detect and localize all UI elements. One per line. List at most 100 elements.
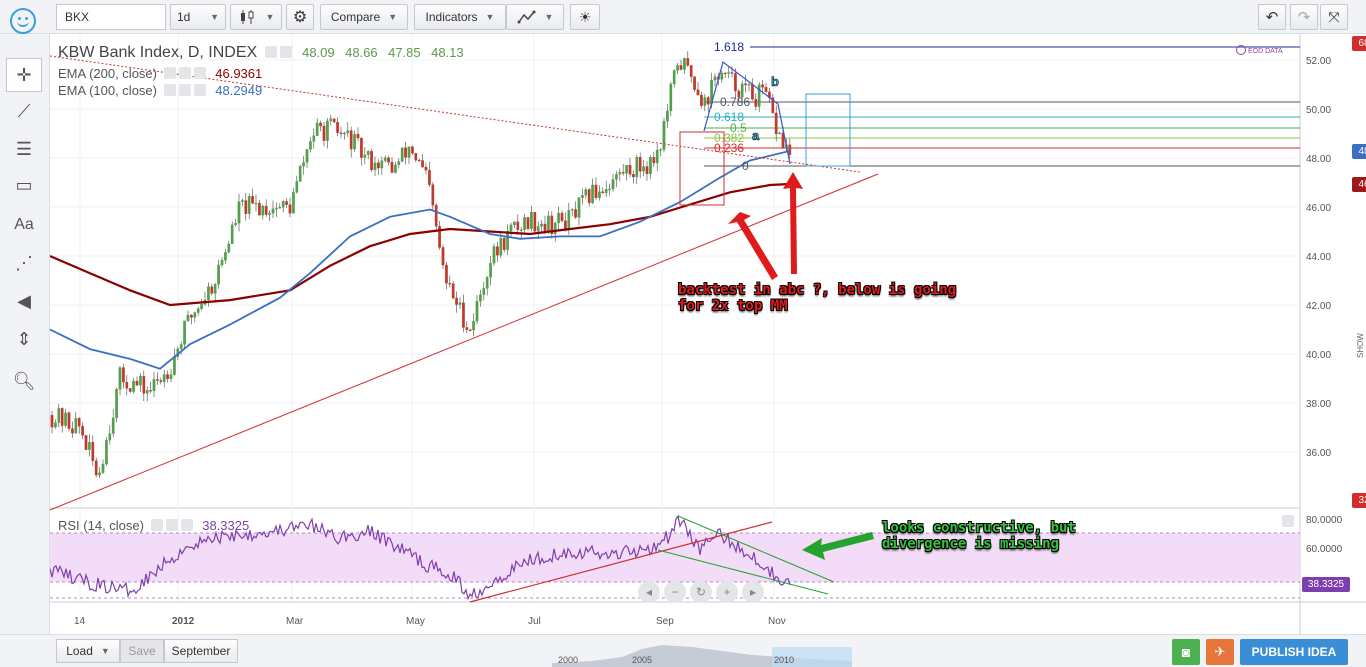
crosshair-icon: ✛	[16, 64, 32, 85]
chart-area[interactable]: 1.618 0.786 0.618 0.5 0.382 0.236 0 a b 52.00 5…	[50, 34, 1366, 634]
redo-button[interactable]: ↷	[1290, 4, 1318, 30]
candle-body	[67, 412, 71, 429]
candle-body	[74, 418, 78, 434]
arrow-tool[interactable]: ◀	[6, 284, 42, 318]
candle-body	[604, 189, 608, 194]
zoom-in-button[interactable]: +	[716, 581, 738, 603]
load-label: Load	[66, 644, 93, 658]
candle-body	[662, 121, 666, 150]
settings-button[interactable]: ⚙	[286, 4, 314, 30]
close-icon[interactable]	[193, 67, 206, 79]
rsi-label: RSI (14, close)	[58, 518, 144, 533]
visibility-icon[interactable]	[163, 67, 176, 79]
crosshair-tool[interactable]: ✛	[6, 58, 42, 92]
reset-button[interactable]: ↻	[690, 581, 712, 603]
time-tick-label: May	[406, 616, 425, 627]
smiley-icon[interactable]	[10, 8, 36, 34]
time-tick-label: Sep	[656, 616, 674, 627]
candle-body	[275, 207, 278, 210]
close-icon[interactable]	[180, 519, 193, 531]
candle-body	[489, 263, 492, 278]
scroll-left-button[interactable]: ◂	[638, 581, 660, 603]
candle-body	[598, 191, 601, 198]
rsi-badge: 38.3325	[1302, 577, 1350, 592]
compare-button[interactable]: Compare ▼	[320, 4, 408, 30]
chevron-down-icon: ▼	[544, 12, 554, 22]
price-chart[interactable]: 1.6180.7860.6180.50.3820.2360 a b 52.005…	[50, 34, 1366, 634]
show-panel-toggle[interactable]: SHOW	[1356, 308, 1366, 358]
candle-body	[764, 87, 768, 93]
save-button[interactable]: Save	[120, 639, 164, 663]
zoom-out-button[interactable]: −	[664, 581, 686, 603]
maximize-pane-button[interactable]	[1282, 515, 1294, 527]
candle-body	[360, 137, 363, 158]
candle-body	[638, 157, 642, 172]
candle-body	[81, 426, 84, 436]
settings-icon[interactable]	[165, 519, 178, 531]
symbol-input[interactable]	[56, 4, 166, 30]
candle-body	[353, 133, 356, 150]
tweet-button[interactable]: ✈	[1206, 639, 1234, 665]
templates-button[interactable]: ▼	[506, 4, 564, 30]
candle-body	[509, 224, 513, 232]
history-navigator[interactable]: 2000 2005 2010	[552, 637, 852, 667]
fullscreen-button[interactable]: ⤧	[1320, 4, 1348, 30]
period-select[interactable]: September	[164, 639, 238, 663]
scroll-right-button[interactable]: ▸	[742, 581, 764, 603]
trendline-tool[interactable]: ⟋	[6, 94, 42, 128]
lightbulb-icon: ☀	[578, 8, 592, 25]
candle-body	[390, 162, 394, 173]
alert-button[interactable]: ☀	[570, 4, 600, 30]
settings-icon[interactable]	[178, 84, 191, 96]
shape-tool[interactable]: ▭	[6, 168, 42, 202]
snapshot-button[interactable]: ◙	[1172, 639, 1200, 665]
price-badge-ema200: 46.94	[1352, 177, 1366, 192]
rsi-tick-label: 80.0000	[1306, 515, 1343, 526]
candle-body	[659, 149, 662, 151]
rsi-legend[interactable]: RSI (14, close) 38.3325	[58, 518, 249, 533]
ema200-legend[interactable]: EMA (200, close) 46.9361	[58, 66, 262, 81]
candle-body	[237, 201, 241, 224]
close-icon[interactable]	[193, 84, 206, 96]
settings-icon[interactable]	[178, 67, 191, 79]
candle-body	[513, 221, 516, 226]
high-value: 48.66	[345, 45, 378, 60]
candle-body	[492, 246, 496, 264]
interval-select[interactable]: 1d ▼	[170, 4, 226, 30]
redo-icon: ↷	[1297, 9, 1311, 26]
measure-tool[interactable]: ⇕	[6, 322, 42, 356]
visibility-icon[interactable]	[163, 84, 176, 96]
undo-button[interactable]: ↶	[1258, 4, 1286, 30]
candle-body	[404, 147, 407, 158]
candle-body	[332, 118, 336, 123]
candle-body	[774, 112, 778, 135]
ema100-legend[interactable]: EMA (100, close) 48.2949	[58, 83, 262, 98]
candle-body	[428, 170, 431, 185]
candle-body	[448, 282, 452, 285]
candle-body	[649, 157, 652, 175]
visibility-icon[interactable]	[264, 46, 277, 58]
fib-tool[interactable]: ☰	[6, 132, 42, 166]
indicators-button[interactable]: Indicators ▼	[414, 4, 506, 30]
pattern-tool[interactable]: ⋰	[6, 246, 42, 280]
candle-body	[343, 132, 346, 135]
candle-body	[727, 72, 730, 74]
settings-icon[interactable]	[279, 46, 292, 58]
candle-body	[94, 460, 98, 476]
candle-body	[482, 288, 486, 295]
candle-body	[601, 191, 605, 194]
candle-body	[220, 260, 224, 266]
publish-idea-button[interactable]: PUBLISH IDEA	[1240, 639, 1348, 665]
candle-body	[496, 246, 499, 256]
chart-style-button[interactable]: ▼	[230, 4, 282, 30]
visibility-icon[interactable]	[150, 519, 163, 531]
candle-body	[247, 196, 251, 214]
zoom-tool[interactable]: 🔍︎	[6, 364, 42, 398]
load-button[interactable]: Load ▼	[56, 639, 120, 663]
text-tool[interactable]: Aa	[6, 208, 42, 242]
gear-icon: ⚙	[292, 9, 308, 26]
candle-body	[625, 165, 628, 174]
price-badge-last: 48.29	[1352, 144, 1366, 159]
candle-body	[499, 238, 503, 256]
main-legend[interactable]: KBW Bank Index, D, INDEX 48.09 48.66 47.…	[58, 44, 464, 62]
